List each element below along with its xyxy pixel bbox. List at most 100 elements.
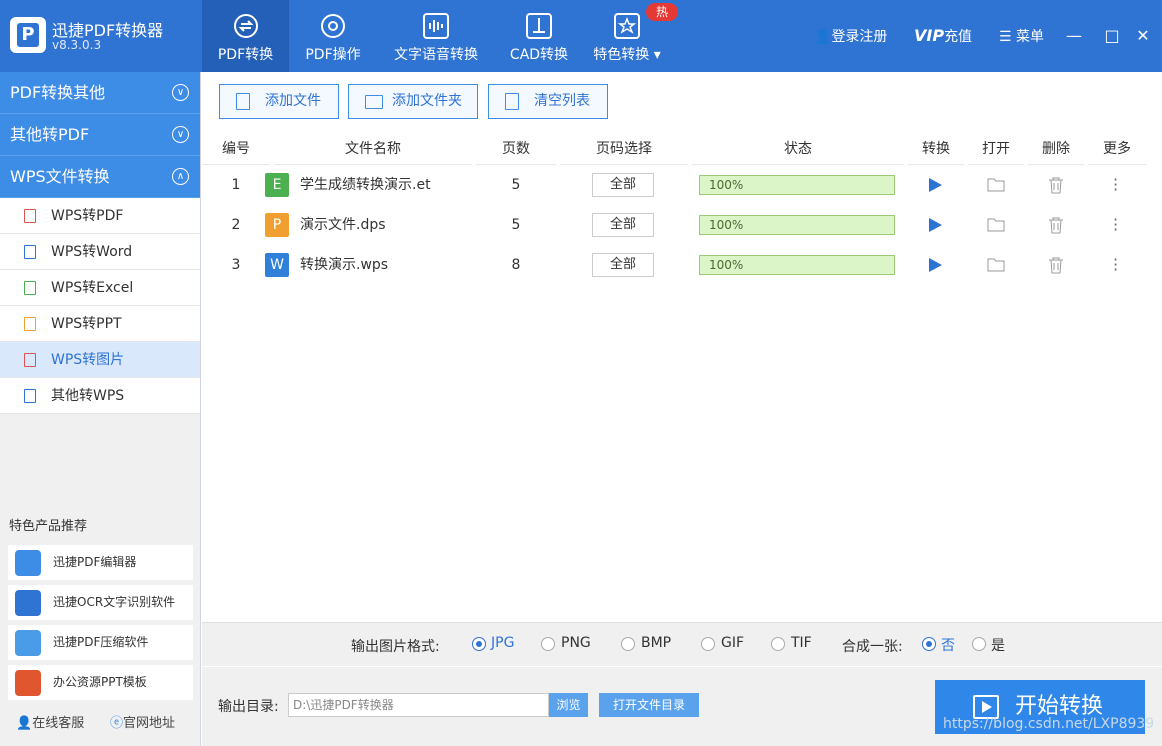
page-count: 5 (511, 177, 521, 193)
option-merge-no[interactable]: 否 (941, 635, 955, 655)
output-path-field[interactable]: D:\迅捷PDF转换器 (288, 693, 549, 717)
chevron-down-icon: ∨ (172, 84, 189, 101)
option-bmp[interactable]: BMP (641, 635, 671, 651)
tab-pdf-convert[interactable]: PDF转换 (202, 0, 289, 72)
item-label: WPS转图片 (51, 352, 125, 368)
add-file-icon (236, 93, 250, 110)
group-label: PDF转换其他 (10, 83, 106, 102)
more-icon[interactable]: · · · (1113, 172, 1118, 198)
menu-button[interactable]: ☰ 菜单 (999, 26, 1044, 46)
add-file-button[interactable]: 添加文件 (219, 84, 339, 119)
reco-label: 迅捷OCR文字识别软件 (53, 595, 176, 609)
close-icon[interactable]: ✕ (1133, 26, 1153, 46)
sidebar-item-other-to-wps[interactable]: 其他转WPS (0, 378, 200, 414)
tab-label: PDF转换 (217, 47, 274, 63)
minimize-icon[interactable]: — (1064, 26, 1084, 46)
item-label: WPS转PPT (51, 316, 122, 332)
option-png[interactable]: PNG (561, 635, 591, 651)
user-icon: 👤 (814, 29, 832, 45)
radio-merge-no[interactable] (922, 637, 936, 651)
radio-jpg[interactable] (472, 637, 486, 651)
open-dir-button[interactable]: 打开文件目录 (599, 693, 699, 717)
page-range-button[interactable]: 全部 (592, 213, 654, 237)
maximize-icon[interactable]: □ (1102, 26, 1122, 46)
vip-button[interactable]: VIP充值 (914, 26, 972, 46)
trash-icon (505, 93, 519, 110)
add-file-label: 添加文件 (265, 93, 321, 109)
sidebar-item-wps-to-excel[interactable]: WPS转Excel (0, 270, 200, 306)
table-row[interactable]: 3 W 转换演示.wps 8 全部 100% · · · (202, 245, 1162, 285)
row-no: 1 (231, 177, 241, 193)
add-folder-button[interactable]: 添加文件夹 (348, 84, 478, 119)
col-header-pages: 页数 (476, 133, 556, 165)
option-merge-yes[interactable]: 是 (991, 635, 1005, 655)
radio-tif[interactable] (771, 637, 785, 651)
reco-pdf-editor[interactable]: 迅捷PDF编辑器 (8, 545, 193, 580)
play-icon[interactable] (929, 218, 942, 232)
more-icon[interactable]: · · · (1113, 252, 1118, 278)
radio-bmp[interactable] (621, 637, 635, 651)
output-bar: 输出目录: D:\迅捷PDF转换器 浏览 打开文件目录 开始转换 (202, 667, 1162, 746)
delete-icon[interactable] (1048, 257, 1064, 274)
page-range-button[interactable]: 全部 (592, 253, 654, 277)
radio-gif[interactable] (701, 637, 715, 651)
browse-button[interactable]: 浏览 (549, 693, 588, 717)
word-file-icon (24, 245, 36, 259)
file-name: 学生成绩转换演示.et (300, 177, 431, 193)
login-label: 登录注册 (831, 29, 888, 45)
folder-open-icon[interactable] (987, 257, 1005, 272)
audio-wave-icon (423, 13, 449, 39)
tab-label: PDF操作 (305, 47, 361, 63)
sidebar-group-other-to-pdf[interactable]: 其他转PDF ∨ (0, 114, 200, 156)
login-button[interactable]: 👤登录注册 (814, 26, 887, 46)
sidebar-item-wps-to-ppt[interactable]: WPS转PPT (0, 306, 200, 342)
star-icon (614, 13, 640, 39)
sidebar-item-wps-to-word[interactable]: WPS转Word (0, 234, 200, 270)
cad-icon (526, 13, 552, 39)
reco-label: 迅捷PDF编辑器 (53, 555, 137, 569)
radio-merge-yes[interactable] (972, 637, 986, 651)
sidebar-item-wps-to-pdf[interactable]: WPS转PDF (0, 198, 200, 234)
tab-pdf-operation[interactable]: PDF操作 (290, 0, 376, 72)
delete-icon[interactable] (1048, 217, 1064, 234)
et-file-icon: E (265, 173, 289, 197)
folder-open-icon[interactable] (987, 177, 1005, 192)
delete-icon[interactable] (1048, 177, 1064, 194)
reco-ocr[interactable]: 迅捷OCR文字识别软件 (8, 585, 193, 620)
file-name: 演示文件.dps (300, 217, 386, 233)
play-icon[interactable] (929, 258, 942, 272)
clear-list-button[interactable]: 清空列表 (488, 84, 608, 119)
service-label: 在线客服 (32, 716, 85, 731)
item-label: WPS转PDF (51, 208, 124, 224)
ppt-template-icon (15, 670, 41, 696)
tab-text-speech[interactable]: 文字语音转换 (387, 0, 485, 72)
folder-open-icon[interactable] (987, 217, 1005, 232)
tab-cad-convert[interactable]: CAD转换 (500, 0, 578, 72)
option-tif[interactable]: TIF (791, 635, 812, 651)
more-icon[interactable]: · · · (1113, 212, 1118, 238)
title-bar: P 迅捷PDF转换器 v8.3.0.3 PDF转换 PDF操作 文字语音转换 C… (0, 0, 1162, 72)
table-row[interactable]: 1 E 学生成绩转换演示.et 5 全部 100% · · · (202, 165, 1162, 205)
play-icon[interactable] (929, 178, 942, 192)
website-link[interactable]: ⓔ官网地址 (110, 712, 175, 731)
sidebar-group-wps[interactable]: WPS文件转换 ∧ (0, 156, 200, 198)
option-gif[interactable]: GIF (721, 635, 744, 651)
item-label: WPS转Word (51, 244, 133, 260)
compress-icon (15, 630, 41, 656)
col-header-name: 文件名称 (274, 133, 472, 165)
reco-pdf-compress[interactable]: 迅捷PDF压缩软件 (8, 625, 193, 660)
page-range-button[interactable]: 全部 (592, 173, 654, 197)
table-row[interactable]: 2 P 演示文件.dps 5 全部 100% · · · (202, 205, 1162, 245)
sidebar-group-pdf-to-other[interactable]: PDF转换其他 ∨ (0, 72, 200, 114)
online-service-link[interactable]: 👤在线客服 (16, 712, 84, 731)
reco-ppt-templates[interactable]: 办公资源PPT模板 (8, 665, 193, 700)
pdf-editor-icon (15, 550, 41, 576)
dps-file-icon: P (265, 213, 289, 237)
sidebar-item-wps-to-image[interactable]: WPS转图片 (0, 342, 200, 378)
clear-list-label: 清空列表 (534, 93, 590, 109)
wps-file-icon (24, 389, 36, 403)
hamburger-icon: ☰ (999, 29, 1017, 45)
pdf-file-icon (24, 209, 36, 223)
option-jpg[interactable]: JPG (491, 635, 514, 651)
radio-png[interactable] (541, 637, 555, 651)
